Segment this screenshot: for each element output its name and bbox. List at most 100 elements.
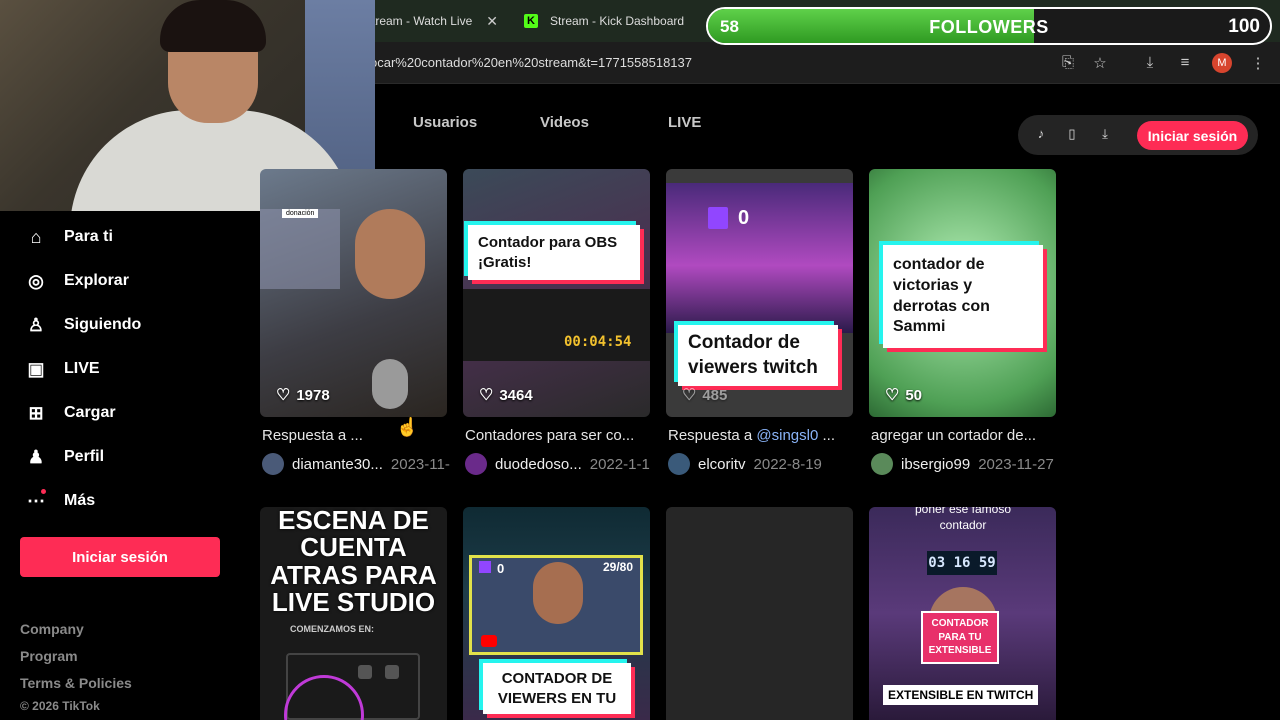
video-card-6[interactable]: 0 29/80 CONTADOR DE VIEWERS EN TU [463, 507, 650, 720]
live-tv-icon: ▣ [27, 358, 45, 379]
more-dots-icon: ⋯ [27, 489, 46, 511]
video-card-2[interactable]: Contador para OBS ¡Gratis! 00:04:54 ♡ 346… [463, 169, 650, 417]
thumbnail-title-badge: Contador de viewers twitch [678, 325, 838, 387]
bookmark-star-icon[interactable]: ☆ [1090, 54, 1110, 72]
menu-dots-icon[interactable]: ⋮ [1248, 54, 1268, 72]
post-date: 2022-1-1 [589, 455, 650, 473]
login-button-sidebar[interactable]: Iniciar sesión [20, 537, 220, 577]
sidebar-item-explorar[interactable]: ◎ Explorar [24, 268, 129, 294]
tab-title: tream - Watch Live [372, 14, 473, 28]
caption-text: ... [818, 427, 835, 444]
kick-logo-icon: K [524, 14, 538, 28]
thumbnail-counter: 0 [738, 207, 750, 229]
home-icon: ⌂ [30, 226, 42, 247]
video-card-1[interactable]: donación ♡ 1978 [260, 169, 447, 417]
thumbnail-pink-badge: CONTADOR PARA TU EXTENSIBLE [921, 611, 999, 664]
sidebar-item-label: Para ti [64, 228, 113, 245]
post-date: 2023-11-27 [978, 455, 1054, 473]
sidebar-item-siguiendo[interactable]: ♙ Siguiendo [24, 312, 141, 338]
sidebar-item-mas[interactable]: ⋯ Más [24, 488, 95, 514]
avatar [262, 453, 284, 475]
tiktok-icon[interactable]: ♪ [1033, 126, 1049, 141]
browser-tab-kick-dashboard[interactable]: K Stream - Kick Dashboard [524, 6, 684, 36]
caption-text: Respuesta a [668, 427, 757, 444]
download-icon[interactable]: ⤓ [1140, 54, 1160, 71]
nav-usuarios[interactable]: Usuarios [413, 114, 477, 131]
video-card-5[interactable]: ESCENA DE CUENTA ATRAS PARA LIVE STUDIO … [260, 507, 447, 720]
video-caption-3[interactable]: Respuesta a @singsl0 ... [668, 427, 835, 444]
author-name[interactable]: diamante30... [292, 456, 383, 473]
sidebar-item-cargar[interactable]: ⊞ Cargar [24, 400, 116, 426]
heart-icon: ♡ [682, 387, 697, 404]
thumbnail-viewers: 29/80 [603, 560, 634, 574]
author-row-2[interactable]: duodedoso... 2022-1-1 [465, 453, 668, 477]
youtube-icon [385, 665, 399, 679]
thumbnail-face [355, 209, 425, 299]
mouse-cursor-icon: ☝ [396, 417, 419, 437]
sidebar-item-para-ti[interactable]: ⌂ Para ti [24, 224, 113, 250]
compass-icon: ◎ [28, 270, 44, 291]
thumbnail-timer: 00:04:54 [564, 334, 632, 350]
browser-tab-watch-live[interactable]: tream - Watch Live ✕ [372, 6, 498, 36]
download-app-icon[interactable]: ⤓ [1097, 126, 1113, 142]
thumbnail-title-badge: Contador para OBS ¡Gratis! [468, 225, 640, 280]
profile-avatar[interactable]: M [1212, 53, 1232, 73]
thumbnail-screen [463, 289, 650, 361]
sidebar-item-label: Más [64, 492, 96, 509]
url-text[interactable]: ocar%20contador%20en%20stream&t=17715585… [370, 55, 692, 70]
like-count: ♡ 1978 [276, 386, 330, 405]
thumbnail-title-badge: contador de victorias y derrotas con Sam… [883, 245, 1043, 349]
author-row-1[interactable]: diamante30... 2023-11- [262, 453, 465, 477]
video-card-4[interactable]: contador de victorias y derrotas con Sam… [869, 169, 1056, 417]
followers-label: FOLLOWERS [929, 17, 1049, 37]
video-caption-1[interactable]: Respuesta a ... [262, 427, 363, 444]
thumbnail-top-text: poner ese famoso contador [914, 507, 1012, 533]
sidebar-item-live[interactable]: ▣ LIVE [24, 356, 100, 382]
author-name[interactable]: ibsergio99 [901, 456, 970, 473]
sidebar-item-label: Explorar [64, 272, 129, 289]
followers-goal: 100 [1228, 16, 1260, 37]
footer-link-company[interactable]: Company [20, 621, 84, 637]
post-date: 2023-11- [390, 455, 450, 473]
sidebar-item-label: LIVE [64, 360, 100, 377]
footer-link-program[interactable]: Program [20, 648, 78, 664]
avatar [871, 453, 893, 475]
sidebar-item-label: Perfil [64, 448, 105, 465]
thumbnail-timer: 03 16 59 [927, 551, 997, 575]
like-count: ♡ 485 [682, 386, 728, 405]
video-card-8[interactable]: poner ese famoso contador 03 16 59 CONTA… [869, 507, 1056, 720]
sidebar-item-label: Siguiendo [64, 316, 142, 333]
media-queue-icon[interactable]: ≡ [1175, 54, 1195, 71]
video-card-3[interactable]: 0 Contador de viewers twitch ♡ 485 [666, 169, 853, 417]
like-count: ♡ 50 [885, 386, 923, 405]
footer-link-terms[interactable]: Terms & Policies [20, 675, 132, 691]
video-caption-4[interactable]: agregar un cortador de... [871, 427, 1036, 444]
followers-goal-overlay: 58 FOLLOWERS 100 [706, 7, 1272, 45]
profile-icon: ♟ [27, 446, 45, 467]
twitch-icon [708, 207, 728, 229]
nav-live[interactable]: LIVE [668, 114, 701, 131]
mobile-icon[interactable]: ▯ [1064, 126, 1080, 142]
tab-title: Stream - Kick Dashboard [550, 14, 685, 28]
nav-videos[interactable]: Videos [540, 114, 589, 131]
tab-close-icon[interactable]: ✕ [486, 13, 498, 30]
author-name[interactable]: duodedoso... [495, 456, 582, 473]
install-app-icon[interactable]: ⎘ [1058, 54, 1078, 71]
thumbnail-counter: 0 [497, 561, 505, 576]
author-row-3[interactable]: elcoritv 2022-8-19 [668, 453, 868, 477]
youtube-icon [481, 635, 497, 647]
thumbnail-face [533, 562, 583, 624]
video-caption-2[interactable]: Contadores para ser co... [465, 427, 634, 444]
thumbnail-title: ESCENA DE CUENTA ATRAS PARA LIVE STUDIO [270, 507, 437, 617]
video-card-7-placeholder[interactable] [666, 507, 853, 720]
login-button-header[interactable]: Iniciar sesión [1137, 121, 1248, 150]
twitch-icon [479, 561, 491, 573]
thumbnail-microphone [372, 359, 408, 409]
thumbnail-obs-window [666, 183, 853, 333]
caption-mention[interactable]: @singsl0 [756, 427, 818, 444]
author-name[interactable]: elcoritv [698, 456, 746, 473]
sidebar-item-perfil[interactable]: ♟ Perfil [24, 444, 104, 470]
sidebar-item-label: Cargar [64, 404, 116, 421]
webcam-person-hair [160, 0, 266, 52]
author-row-4[interactable]: ibsergio99 2023-11-27 [871, 453, 1081, 477]
